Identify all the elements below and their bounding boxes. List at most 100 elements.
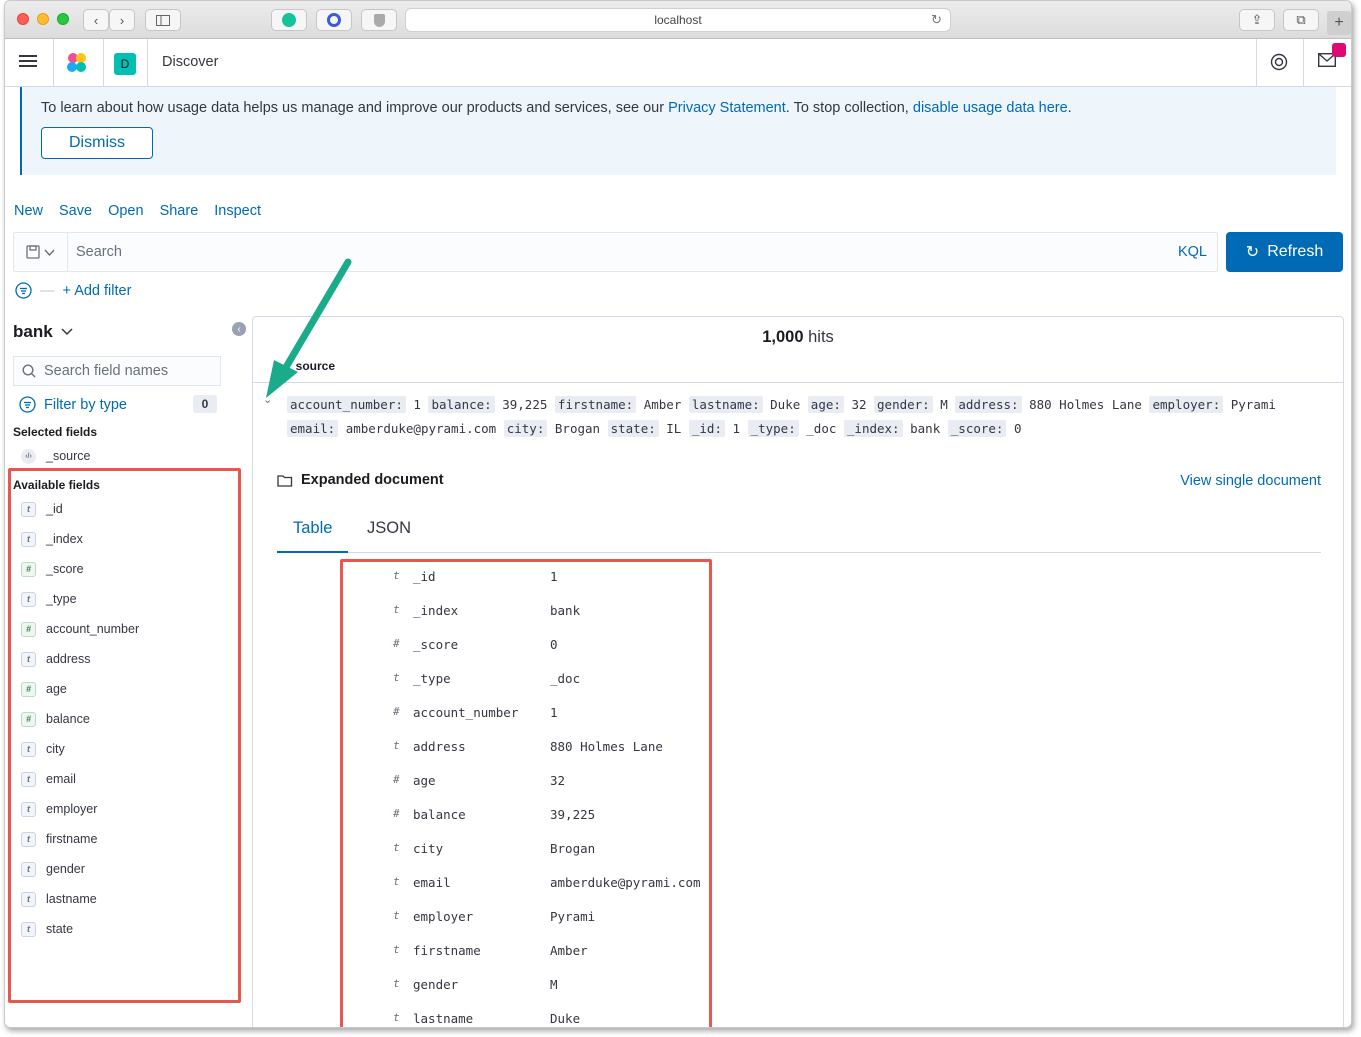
save-disk-icon [26,245,40,259]
filter-count-badge: 0 [193,395,217,413]
privacy-extension-button[interactable] [361,9,397,31]
grammarly-extension-button[interactable] [271,9,307,31]
field-search-placeholder: Search field names [44,363,169,379]
open-button[interactable]: Open [108,203,143,219]
inspect-button[interactable]: Inspect [214,203,261,219]
filter-by-type-label: Filter by type [44,396,127,413]
source-value: bank [910,421,941,436]
callout-message: To learn about how usage data helps us m… [41,100,1072,116]
share-menu-button[interactable]: Share [160,203,199,219]
share-icon: ⇪ [1251,12,1263,27]
help-button[interactable] [1270,53,1288,76]
tabs-overview-button[interactable]: ⧉ [1283,9,1319,31]
grammarly-icon [282,13,296,27]
source-key: address: [955,396,1022,413]
field-search-input[interactable]: Search field names [13,356,221,386]
source-value: IL [666,421,682,436]
source-key: email: [287,420,339,437]
chevron-left-icon: ‹ [93,12,99,28]
app-header: D Discover [5,39,1351,87]
kibana-logo-icon [67,53,86,72]
chevron-right-icon: › [119,12,125,28]
source-field-icon: ‹/› [21,448,36,464]
source-key: employer: [1149,396,1224,413]
minimize-window-button[interactable] [37,13,49,25]
field-name: _source [46,449,91,463]
reload-icon[interactable]: ↻ [931,12,942,28]
search-input[interactable]: Search [76,244,122,260]
url-text: localhost [654,13,702,27]
highlight-box-available-fields [8,468,241,1003]
source-value: amberduke@pyrami.com [345,421,497,436]
new-tab-button[interactable]: + [1327,11,1351,35]
add-filter-button[interactable]: + Add filter [63,283,132,299]
source-value: Duke [770,397,801,412]
disable-usage-link[interactable]: disable usage data here [913,100,1068,116]
source-value: 1 [732,421,741,436]
shield-icon [373,13,385,27]
menu-toggle-button[interactable] [19,53,39,73]
source-summary-line: email: amberduke@pyrami.com city: Brogan… [287,420,1022,437]
source-value: 880 Holmes Lane [1029,397,1142,412]
source-key: _index: [843,420,903,437]
chevron-down-icon [61,328,73,336]
browser-window: ‹ › localhost ↻ ⇪ ⧉ + D Discover To lear… [4,0,1352,1028]
help-lifebuoy-icon [1270,53,1288,71]
index-pattern-selector[interactable]: bank [13,322,73,342]
refresh-button[interactable]: ↻ Refresh [1226,232,1343,272]
filter-icon [19,396,36,413]
filter-bar: — + Add filter [15,282,131,299]
filter-by-type-button[interactable]: Filter by type [19,396,127,413]
filter-divider: — [40,282,55,299]
source-value: M [940,397,948,412]
highlight-box-document-table [340,559,712,1027]
callout-text-middle: . To stop collection, [785,100,913,116]
collapse-row-button[interactable]: ⌄ [263,393,272,406]
circle-extension-icon [327,13,341,27]
new-button[interactable]: New [14,203,43,219]
folder-open-icon [277,474,293,487]
source-column-header: _source [289,359,336,373]
callout-text: To learn about how usage data helps us m… [41,100,669,116]
space-avatar[interactable]: D [114,53,136,75]
source-key: age: [807,396,844,413]
dismiss-button[interactable]: Dismiss [41,127,153,159]
hits-counter: 1,000 hits [253,328,1343,347]
filter-menu-icon[interactable] [15,282,32,299]
table-divider [253,382,1343,383]
source-value: 0 [1013,421,1022,436]
kql-toggle-button[interactable]: KQL [1178,244,1207,260]
saved-query-button[interactable] [14,233,68,271]
kibana-logo[interactable] [65,51,89,75]
view-single-document-link[interactable]: View single document [1180,473,1321,489]
field-item-source[interactable]: ‹/› _source [21,446,90,466]
source-value: 32 [851,397,867,412]
zoom-window-button[interactable] [57,13,69,25]
document-tabs: Table JSON [277,517,1321,553]
source-summary-line: account_number: 1 balance: 39,225 firstn… [287,396,1276,413]
expanded-document-heading: Expanded document [277,472,444,488]
privacy-statement-link[interactable]: Privacy Statement [668,100,786,116]
source-key: _type: [747,420,799,437]
extension-button[interactable] [316,9,352,31]
space-avatar-letter: D [120,57,130,71]
save-button[interactable]: Save [59,203,92,219]
chevron-down-icon [44,249,55,256]
telemetry-callout: To learn about how usage data helps us m… [20,87,1336,175]
source-key: lastname: [688,396,763,413]
forward-button[interactable]: › [109,9,135,31]
close-window-button[interactable] [17,13,29,25]
chevron-down-icon: ⌄ [263,394,273,406]
tab-table[interactable]: Table [277,517,349,553]
back-button[interactable]: ‹ [83,9,109,31]
hamburger-icon [19,55,37,67]
sidebar-toggle-button[interactable] [145,9,181,31]
collapse-sidebar-button[interactable]: ‹ [232,322,246,336]
address-bar[interactable]: localhost ↻ [405,8,951,32]
hits-label: hits [803,328,834,346]
source-key: _score: [947,420,1007,437]
share-button[interactable]: ⇪ [1239,9,1275,31]
refresh-icon: ↻ [1245,244,1260,261]
newsfeed-button[interactable] [1317,43,1346,72]
tab-json[interactable]: JSON [351,517,427,553]
